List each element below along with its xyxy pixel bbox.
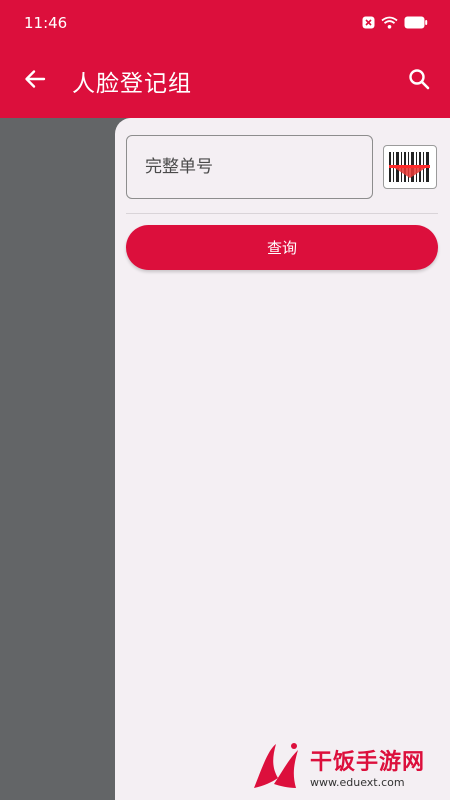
- status-bar: 11:46: [0, 0, 450, 46]
- watermark-name: 干饭手游网: [310, 749, 426, 775]
- notification-icon: [362, 14, 375, 33]
- search-button[interactable]: [402, 62, 436, 96]
- barcode-scan-icon: [389, 152, 430, 182]
- back-button[interactable]: [18, 62, 52, 96]
- battery-icon: [404, 14, 428, 33]
- wifi-icon: [381, 14, 398, 33]
- watermark-logo-icon: [254, 743, 298, 788]
- order-number-input[interactable]: [126, 135, 373, 199]
- watermark: 干饭手游网 www.eduext.com: [248, 736, 443, 796]
- arrow-left-icon: [25, 70, 46, 88]
- search-icon: [409, 69, 430, 90]
- query-drawer: 查询: [115, 118, 450, 800]
- app-bar: 人脸登记组: [0, 46, 450, 118]
- page-title: 人脸登记组: [72, 71, 192, 97]
- scrim-overlay[interactable]: [0, 118, 115, 800]
- divider: [126, 213, 438, 214]
- scan-barcode-button[interactable]: [383, 145, 437, 189]
- watermark-url: www.eduext.com: [310, 775, 405, 789]
- status-icons: [362, 14, 428, 33]
- status-time: 11:46: [24, 14, 68, 32]
- query-button[interactable]: 查询: [126, 225, 438, 270]
